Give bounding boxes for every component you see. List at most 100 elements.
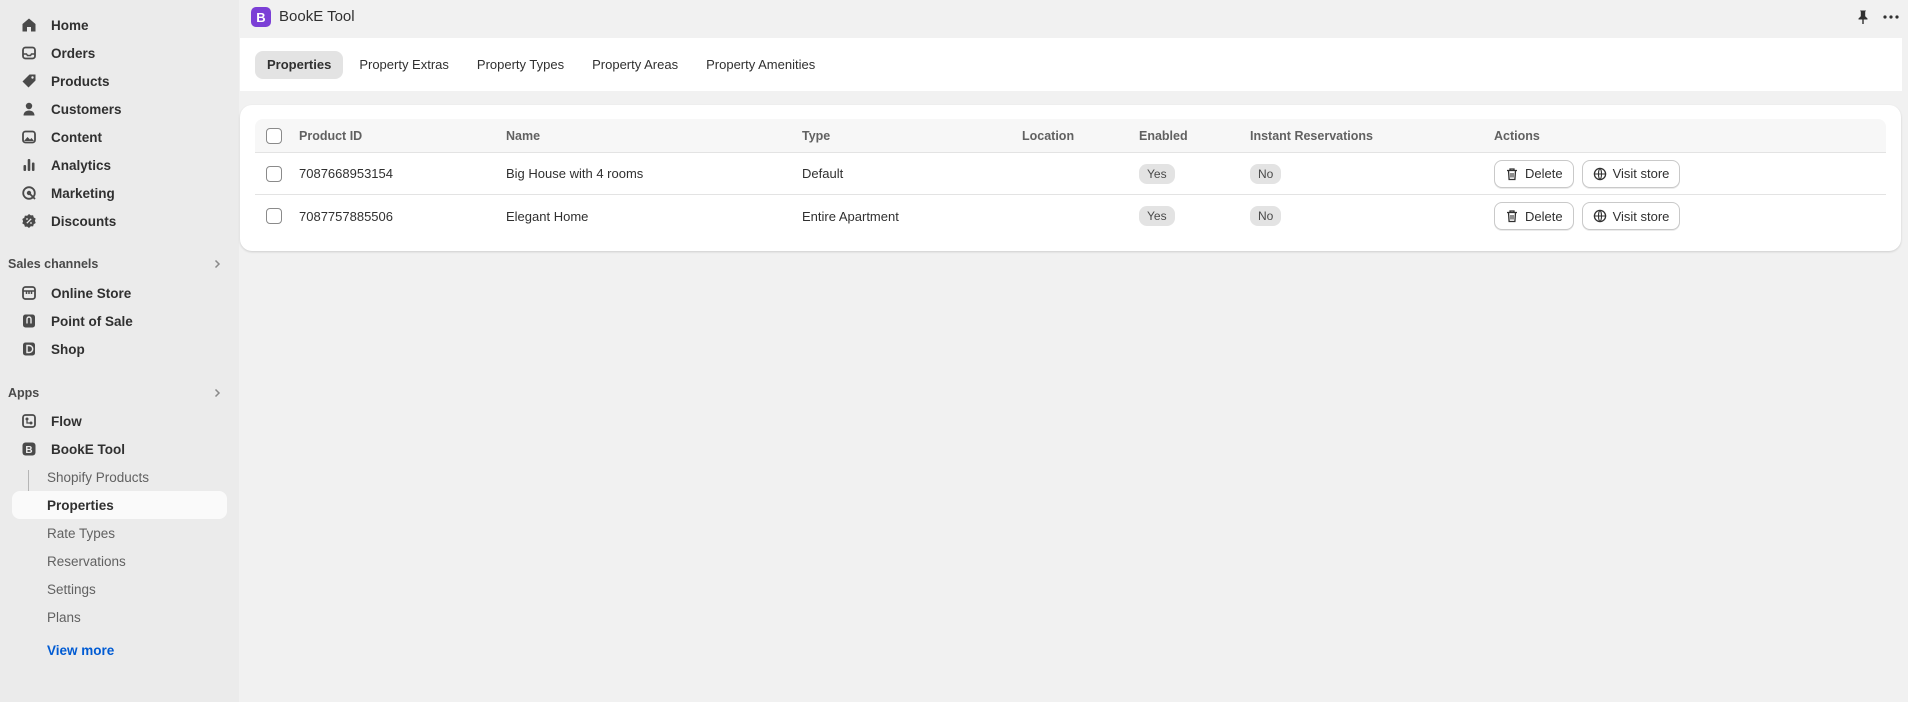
tag-icon xyxy=(21,73,37,89)
app-title-bar: B BookE Tool xyxy=(239,0,1908,34)
nav-label: Home xyxy=(51,17,89,33)
nav-flow[interactable]: Flow xyxy=(12,407,227,435)
header-instant-reservations: Instant Reservations xyxy=(1250,128,1373,143)
row-select-cell xyxy=(266,195,282,237)
subnav-reservations[interactable]: Reservations xyxy=(12,547,227,575)
subnav-rate-types[interactable]: Rate Types xyxy=(12,519,227,547)
apps-header[interactable]: Apps xyxy=(8,383,223,403)
subnav-plans[interactable]: Plans xyxy=(12,603,227,631)
globe-icon xyxy=(1593,167,1606,180)
instant-cell: No xyxy=(1250,195,1282,237)
chevron-right-icon xyxy=(214,259,221,269)
tab-property-extras[interactable]: Property Extras xyxy=(347,51,461,79)
delete-button[interactable]: Delete xyxy=(1494,202,1574,230)
nav-label: Analytics xyxy=(51,157,112,173)
properties-card: Product ID Name Type Location Enabled In… xyxy=(240,105,1901,251)
tab-property-areas[interactable]: Property Areas xyxy=(580,51,690,79)
booke-logo-icon: B xyxy=(21,441,37,457)
app-title: BookE Tool xyxy=(279,8,355,25)
more-options-icon[interactable] xyxy=(1882,9,1900,25)
subnav-shopify-products[interactable]: Shopify Products xyxy=(12,463,227,491)
chevron-right-icon xyxy=(214,388,221,398)
table-row[interactable]: 7087757885506 Elegant Home Entire Apartm… xyxy=(255,195,1886,237)
nav-label: Content xyxy=(51,129,102,145)
nav-label: BookE Tool xyxy=(51,441,125,457)
sales-channels-header[interactable]: Sales channels xyxy=(8,254,223,274)
header-actions: Actions xyxy=(1494,128,1540,143)
tabs-bar: Properties Property Extras Property Type… xyxy=(240,38,1902,91)
nav-home[interactable]: Home xyxy=(12,11,227,39)
image-icon xyxy=(21,129,37,145)
enabled-badge: Yes xyxy=(1139,206,1175,226)
nav-label: Customers xyxy=(51,101,122,117)
nav-label: Orders xyxy=(51,45,96,61)
delete-label: Delete xyxy=(1525,166,1563,181)
table-header-row: Product ID Name Type Location Enabled In… xyxy=(255,119,1886,153)
person-icon xyxy=(21,101,37,117)
svg-text:B: B xyxy=(25,445,32,456)
nav-label: Shop xyxy=(51,341,85,357)
select-all-checkbox[interactable] xyxy=(266,127,282,144)
subnav-properties[interactable]: Properties xyxy=(12,491,227,519)
properties-table: Product ID Name Type Location Enabled In… xyxy=(255,119,1886,237)
pin-icon[interactable] xyxy=(1855,9,1871,25)
nav-label: Marketing xyxy=(51,185,115,201)
pos-icon xyxy=(21,313,37,329)
tab-properties[interactable]: Properties xyxy=(255,50,344,79)
name-cell: Big House with 4 rooms xyxy=(506,166,644,181)
actions-cell: Delete Visit store xyxy=(1494,195,1688,237)
tab-property-amenities[interactable]: Property Amenities xyxy=(694,51,827,79)
trash-icon xyxy=(1507,210,1517,223)
product-id-cell: 7087757885506 xyxy=(299,208,393,224)
nav-point-of-sale[interactable]: Point of Sale xyxy=(12,307,227,335)
header-enabled: Enabled xyxy=(1139,128,1188,143)
delete-label: Delete xyxy=(1525,208,1563,224)
home-icon xyxy=(21,17,37,33)
bar-chart-icon xyxy=(21,157,37,173)
product-id-cell: 7087668953154 xyxy=(299,166,393,181)
nav-label: Discounts xyxy=(51,213,117,229)
row-checkbox[interactable] xyxy=(266,208,282,224)
nav-label: Online Store xyxy=(51,285,132,301)
enabled-cell: Yes xyxy=(1139,195,1175,237)
row-checkbox[interactable] xyxy=(266,165,282,182)
nav-customers[interactable]: Customers xyxy=(12,95,227,123)
nav-label: Flow xyxy=(51,413,82,429)
visit-store-button[interactable]: Visit store xyxy=(1581,159,1681,188)
header-product-id: Product ID xyxy=(299,128,363,143)
tab-property-types[interactable]: Property Types xyxy=(465,51,576,79)
instant-cell: No xyxy=(1250,153,1282,194)
target-icon xyxy=(21,185,37,201)
inbox-icon xyxy=(21,45,37,61)
nav-label: Point of Sale xyxy=(51,313,133,329)
discount-icon xyxy=(21,213,37,229)
view-more-link[interactable]: View more xyxy=(47,643,114,658)
sidebar: Home Orders Products Customers Content A… xyxy=(0,0,239,702)
nav-booke-tool[interactable]: B BookE Tool xyxy=(12,435,227,463)
delete-button[interactable]: Delete xyxy=(1494,159,1574,188)
nav-label: Products xyxy=(51,73,110,89)
nav-shop[interactable]: Shop xyxy=(12,335,227,363)
trash-icon xyxy=(1507,167,1517,180)
actions-cell: Delete Visit store xyxy=(1494,153,1688,194)
nav-content[interactable]: Content xyxy=(12,123,227,151)
name-cell: Elegant Home xyxy=(506,208,589,224)
nav-products[interactable]: Products xyxy=(12,67,227,95)
visit-store-button[interactable]: Visit store xyxy=(1581,202,1681,230)
type-cell: Default xyxy=(802,166,844,181)
nav-analytics[interactable]: Analytics xyxy=(12,151,227,179)
shop-icon xyxy=(21,341,37,357)
subnav-settings[interactable]: Settings xyxy=(12,575,227,603)
instant-badge: No xyxy=(1250,163,1282,184)
instant-badge: No xyxy=(1250,206,1282,226)
nav-online-store[interactable]: Online Store xyxy=(12,279,227,307)
header-name: Name xyxy=(506,128,541,143)
nav-marketing[interactable]: Marketing xyxy=(12,179,227,207)
header-location: Location xyxy=(1022,128,1075,143)
store-icon xyxy=(21,285,37,301)
select-all-cell xyxy=(266,119,282,152)
row-select-cell xyxy=(266,153,282,194)
nav-orders[interactable]: Orders xyxy=(12,39,227,67)
nav-discounts[interactable]: Discounts xyxy=(12,207,227,235)
table-row[interactable]: 7087668953154 Big House with 4 rooms Def… xyxy=(255,153,1886,195)
